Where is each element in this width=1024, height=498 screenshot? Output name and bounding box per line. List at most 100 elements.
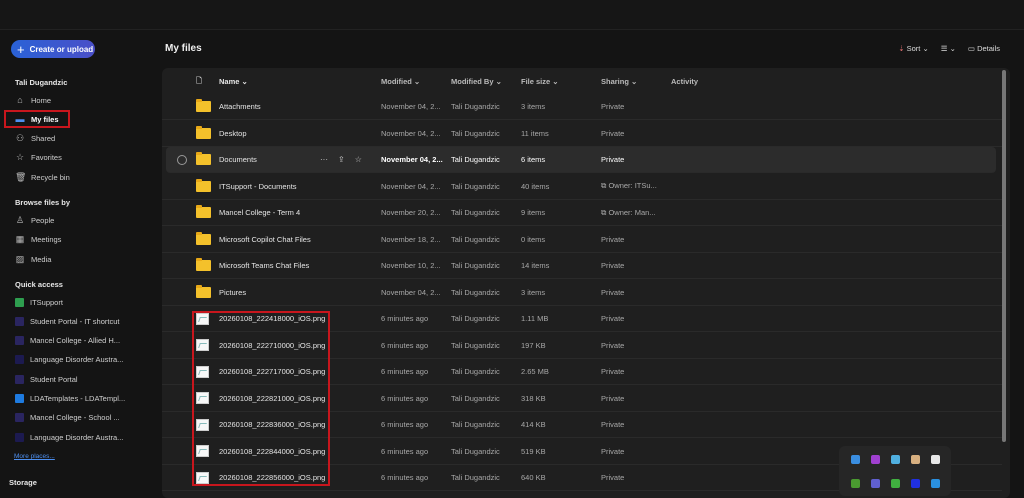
- table-row[interactable]: Attachments November 04, 2... Tali Dugan…: [162, 94, 1002, 120]
- column-activity[interactable]: Activity: [671, 77, 698, 86]
- image-icon: ▨: [15, 253, 25, 264]
- file-name[interactable]: Microsoft Teams Chat Files: [219, 261, 309, 270]
- table-row[interactable]: Microsoft Copilot Chat Files November 18…: [162, 227, 1002, 253]
- file-name[interactable]: 20260108_222821000_iOS.png: [219, 394, 325, 403]
- calendar-icon: ▦: [15, 234, 25, 244]
- tray-app-icon[interactable]: [870, 478, 880, 488]
- table-row[interactable]: Pictures November 04, 2... Tali Dugandzi…: [162, 280, 1002, 306]
- browse-item-media[interactable]: ▨ Media: [15, 252, 155, 266]
- table-row[interactable]: 20260108_222710000_iOS.png 6 minutes ago…: [162, 333, 1002, 359]
- modified-by: Tali Dugandzic: [451, 340, 500, 350]
- details-button[interactable]: ▭ Details: [968, 44, 1000, 53]
- sharing-status: Private: [601, 261, 625, 270]
- table-row[interactable]: Desktop November 04, 2... Tali Dugandzic…: [162, 121, 1002, 147]
- file-name[interactable]: 20260108_222856000_iOS.png: [219, 473, 325, 482]
- column-file-size[interactable]: File size ⌄: [521, 77, 559, 86]
- sort-button[interactable]: ⇣ Sort ⌄: [898, 44, 929, 53]
- tray-app-icon[interactable]: [870, 454, 880, 464]
- sharing-status: Private: [601, 446, 625, 456]
- modified-date: November 20, 2...: [381, 208, 441, 217]
- file-name[interactable]: 20260108_222836000_iOS.png: [219, 420, 325, 429]
- file-name[interactable]: 20260108_222418000_iOS.png: [219, 314, 325, 323]
- tray-app-icon[interactable]: [890, 478, 900, 488]
- more-actions-icon[interactable]: ···: [320, 155, 328, 164]
- file-name[interactable]: Attachments: [219, 102, 261, 111]
- sidebar-item-favorites[interactable]: ☆ Favorites: [15, 151, 155, 165]
- sidebar-item-home[interactable]: ⌂ Home: [15, 93, 155, 107]
- sidebar-item-shared[interactable]: ⚇ Shared: [15, 132, 155, 146]
- file-name[interactable]: Microsoft Copilot Chat Files: [219, 235, 311, 244]
- file-name[interactable]: Documents: [219, 155, 257, 164]
- sharing-status: Private: [601, 234, 625, 244]
- modified-date: 6 minutes ago: [381, 393, 429, 403]
- table-row[interactable]: 20260108_222836000_iOS.png 6 minutes ago…: [162, 412, 1002, 438]
- sidebar-item-recycle-bin[interactable]: 🗑 Recycle bin: [15, 170, 155, 184]
- sharing-status: Private: [601, 128, 625, 138]
- modified-date: 6 minutes ago: [381, 473, 429, 482]
- table-row[interactable]: ITSupport - Documents November 04, 2... …: [162, 174, 1002, 200]
- tray-warning-icon[interactable]: [930, 478, 940, 488]
- tray-mail-icon[interactable]: [910, 454, 920, 464]
- modified-by: Tali Dugandzic: [451, 234, 500, 244]
- star-icon: ☆: [15, 152, 25, 163]
- tray-app-icon[interactable]: [850, 454, 860, 464]
- site-icon: [15, 355, 24, 365]
- table-row[interactable]: 20260108_222418000_iOS.png 6 minutes ago…: [162, 306, 1002, 332]
- file-name[interactable]: Pictures: [219, 288, 246, 297]
- quick-access-item[interactable]: Language Disorder Austra...: [15, 353, 155, 367]
- table-row[interactable]: Documents ··· ⇪ ☆ November 04, 2... Tali D…: [166, 147, 996, 173]
- file-size: 3 items: [521, 287, 546, 297]
- table-row[interactable]: Mancel College - Term 4 November 20, 2..…: [162, 200, 1002, 226]
- quick-access-item[interactable]: Student Portal: [15, 372, 155, 386]
- view-options-button[interactable]: ☰ ⌄: [941, 44, 956, 53]
- tray-sync-icon[interactable]: [850, 478, 860, 488]
- file-name[interactable]: 20260108_222710000_iOS.png: [219, 341, 325, 350]
- quick-access-item[interactable]: LDATemplates - LDATempl...: [15, 392, 155, 406]
- column-modified-by[interactable]: Modified By ⌄: [451, 77, 502, 86]
- folder-icon: [196, 284, 211, 298]
- table-row[interactable]: Microsoft Teams Chat Files November 10, …: [162, 253, 1002, 279]
- quick-access-item[interactable]: Mancel College - Allied H...: [15, 334, 155, 348]
- create-or-upload-button[interactable]: + Create or upload: [11, 40, 95, 58]
- sharing-status: ⧉ Owner: ITSu...: [601, 181, 657, 190]
- storage-heading: Storage: [9, 478, 37, 487]
- share-icon[interactable]: ⇪: [338, 155, 345, 164]
- modified-date: November 04, 2...: [381, 181, 441, 191]
- browse-item-meetings[interactable]: ▦ Meetings: [15, 233, 155, 247]
- file-name[interactable]: 20260108_222844000_iOS.png: [219, 447, 325, 456]
- file-name[interactable]: Desktop: [219, 129, 247, 138]
- quick-access-item[interactable]: Mancel College - School ...: [15, 411, 155, 425]
- column-sharing[interactable]: Sharing ⌄: [601, 77, 637, 86]
- modified-by: Tali Dugandzic: [451, 393, 500, 403]
- scrollbar[interactable]: [1002, 70, 1006, 442]
- quick-access-item[interactable]: Student Portal - IT shortcut: [15, 314, 155, 328]
- quick-access-item[interactable]: Language Disorder Austra...: [15, 430, 155, 444]
- more-places-link[interactable]: More places...: [14, 453, 55, 460]
- favorite-star-icon[interactable]: ☆: [355, 155, 362, 164]
- file-size: 414 KB: [521, 420, 546, 429]
- tray-window-icon[interactable]: [930, 454, 940, 464]
- modified-by: Tali Dugandzic: [451, 473, 500, 482]
- sharing-status: Private: [601, 473, 625, 482]
- table-row[interactable]: 20260108_222821000_iOS.png 6 minutes ago…: [162, 386, 1002, 412]
- tray-app-icon[interactable]: [910, 478, 920, 488]
- site-icon: [15, 336, 24, 346]
- column-name[interactable]: Name ⌄: [219, 77, 248, 86]
- sharing-status: Private: [601, 314, 625, 323]
- toolbar: ⇣ Sort ⌄ ☰ ⌄ ▭ Details: [898, 44, 1000, 53]
- browse-item-people[interactable]: ♙ People: [15, 213, 155, 227]
- file-name[interactable]: 20260108_222717000_iOS.png: [219, 367, 325, 376]
- table-row[interactable]: 20260108_222717000_iOS.png 6 minutes ago…: [162, 359, 1002, 385]
- plus-icon: +: [17, 41, 25, 57]
- top-bar: [0, 0, 1024, 30]
- select-checkbox[interactable]: [177, 154, 187, 165]
- sidebar-item-my-files[interactable]: ▬ My files: [4, 110, 70, 129]
- modified-date: November 04, 2...: [381, 155, 443, 164]
- file-name[interactable]: ITSupport - Documents: [219, 182, 297, 191]
- column-modified[interactable]: Modified ⌄: [381, 77, 420, 86]
- user-name: Tali Dugandzic: [15, 78, 68, 87]
- file-name[interactable]: Mancel College - Term 4: [219, 208, 300, 217]
- tray-app-icon[interactable]: [890, 454, 900, 464]
- quick-access-item[interactable]: ITSupport: [15, 295, 155, 309]
- person-icon: ♙: [15, 214, 25, 225]
